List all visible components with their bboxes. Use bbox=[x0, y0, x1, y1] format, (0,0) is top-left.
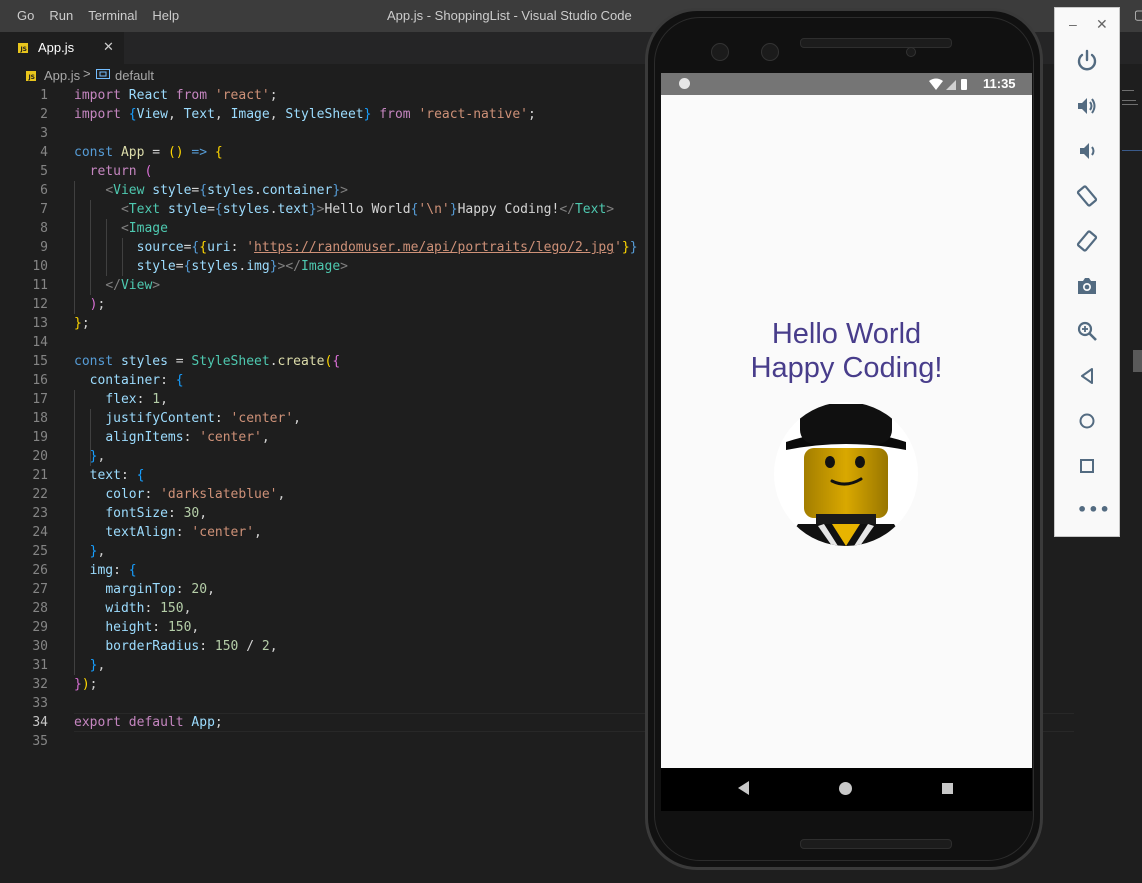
editor-scrollbar-thumb[interactable] bbox=[1133, 350, 1142, 372]
menu-run[interactable]: Run bbox=[49, 8, 73, 23]
phone-camera-left bbox=[711, 43, 729, 61]
back-icon[interactable] bbox=[1075, 364, 1099, 388]
js-file-icon: JS bbox=[18, 43, 28, 53]
menu-bar: Go Run Terminal Help bbox=[17, 8, 194, 23]
rotate-right-icon[interactable] bbox=[1075, 229, 1099, 253]
android-status-bar: 11:35 bbox=[661, 73, 1032, 95]
screenshot-icon[interactable] bbox=[1075, 274, 1099, 298]
more-icon[interactable]: ••• bbox=[1077, 500, 1111, 519]
phone-speaker-bottom bbox=[800, 839, 952, 849]
breadcrumb-symbol[interactable]: default bbox=[115, 68, 154, 83]
breadcrumb-file[interactable]: App.js bbox=[44, 68, 80, 83]
status-icons bbox=[929, 78, 967, 90]
power-icon[interactable] bbox=[1075, 49, 1099, 73]
menu-go[interactable]: Go bbox=[17, 8, 34, 23]
phone-sensor bbox=[906, 47, 916, 57]
emulator-screen[interactable]: 11:35 Hello World Happy Coding! bbox=[661, 73, 1032, 811]
android-recents-icon[interactable] bbox=[942, 783, 953, 794]
minimap-line bbox=[1122, 100, 1136, 101]
window-title: App.js - ShoppingList - Visual Studio Co… bbox=[387, 8, 632, 23]
volume-down-icon[interactable] bbox=[1075, 139, 1099, 163]
js-file-icon: JS bbox=[26, 71, 36, 81]
home-icon[interactable] bbox=[1075, 409, 1099, 433]
volume-up-icon[interactable] bbox=[1075, 94, 1099, 118]
rotate-left-icon[interactable] bbox=[1075, 184, 1099, 208]
hello-line-2: Happy Coding! bbox=[750, 352, 943, 384]
chevron-right-icon: > bbox=[83, 66, 91, 81]
status-time: 11:35 bbox=[983, 76, 1016, 91]
hello-line-1: Hello World bbox=[771, 318, 922, 350]
notification-dot-icon bbox=[679, 78, 690, 89]
cell-signal-icon bbox=[946, 80, 956, 90]
minimap-line bbox=[1122, 104, 1138, 105]
tab-app-js[interactable]: JS App.js ✕ bbox=[0, 32, 124, 64]
lego-avatar-image bbox=[774, 402, 918, 546]
minimap-cursor-line bbox=[1122, 150, 1142, 151]
menu-help[interactable]: Help bbox=[152, 8, 179, 23]
symbol-variable-icon bbox=[96, 69, 110, 79]
close-icon[interactable]: ✕ bbox=[1096, 16, 1108, 33]
minimap-line bbox=[1122, 90, 1134, 91]
android-back-icon[interactable] bbox=[738, 781, 749, 795]
restore-window-icon[interactable]: ▢ bbox=[1134, 7, 1142, 23]
overview-icon[interactable] bbox=[1075, 454, 1099, 478]
phone-speaker-top bbox=[800, 38, 952, 48]
zoom-icon[interactable] bbox=[1075, 319, 1099, 343]
minimize-icon[interactable]: – bbox=[1069, 16, 1077, 32]
battery-icon bbox=[961, 79, 967, 90]
emulator-toolbar: – ✕ ••• bbox=[1054, 7, 1120, 537]
close-tab-icon[interactable]: ✕ bbox=[103, 39, 114, 55]
android-nav-bar bbox=[661, 768, 1032, 811]
phone-camera-right bbox=[761, 43, 779, 61]
app-hello-text: Hello World Happy Coding! bbox=[661, 317, 1032, 385]
android-home-icon[interactable] bbox=[839, 782, 852, 795]
wifi-icon bbox=[929, 78, 943, 90]
menu-terminal[interactable]: Terminal bbox=[88, 8, 137, 23]
tab-label: App.js bbox=[38, 40, 75, 55]
